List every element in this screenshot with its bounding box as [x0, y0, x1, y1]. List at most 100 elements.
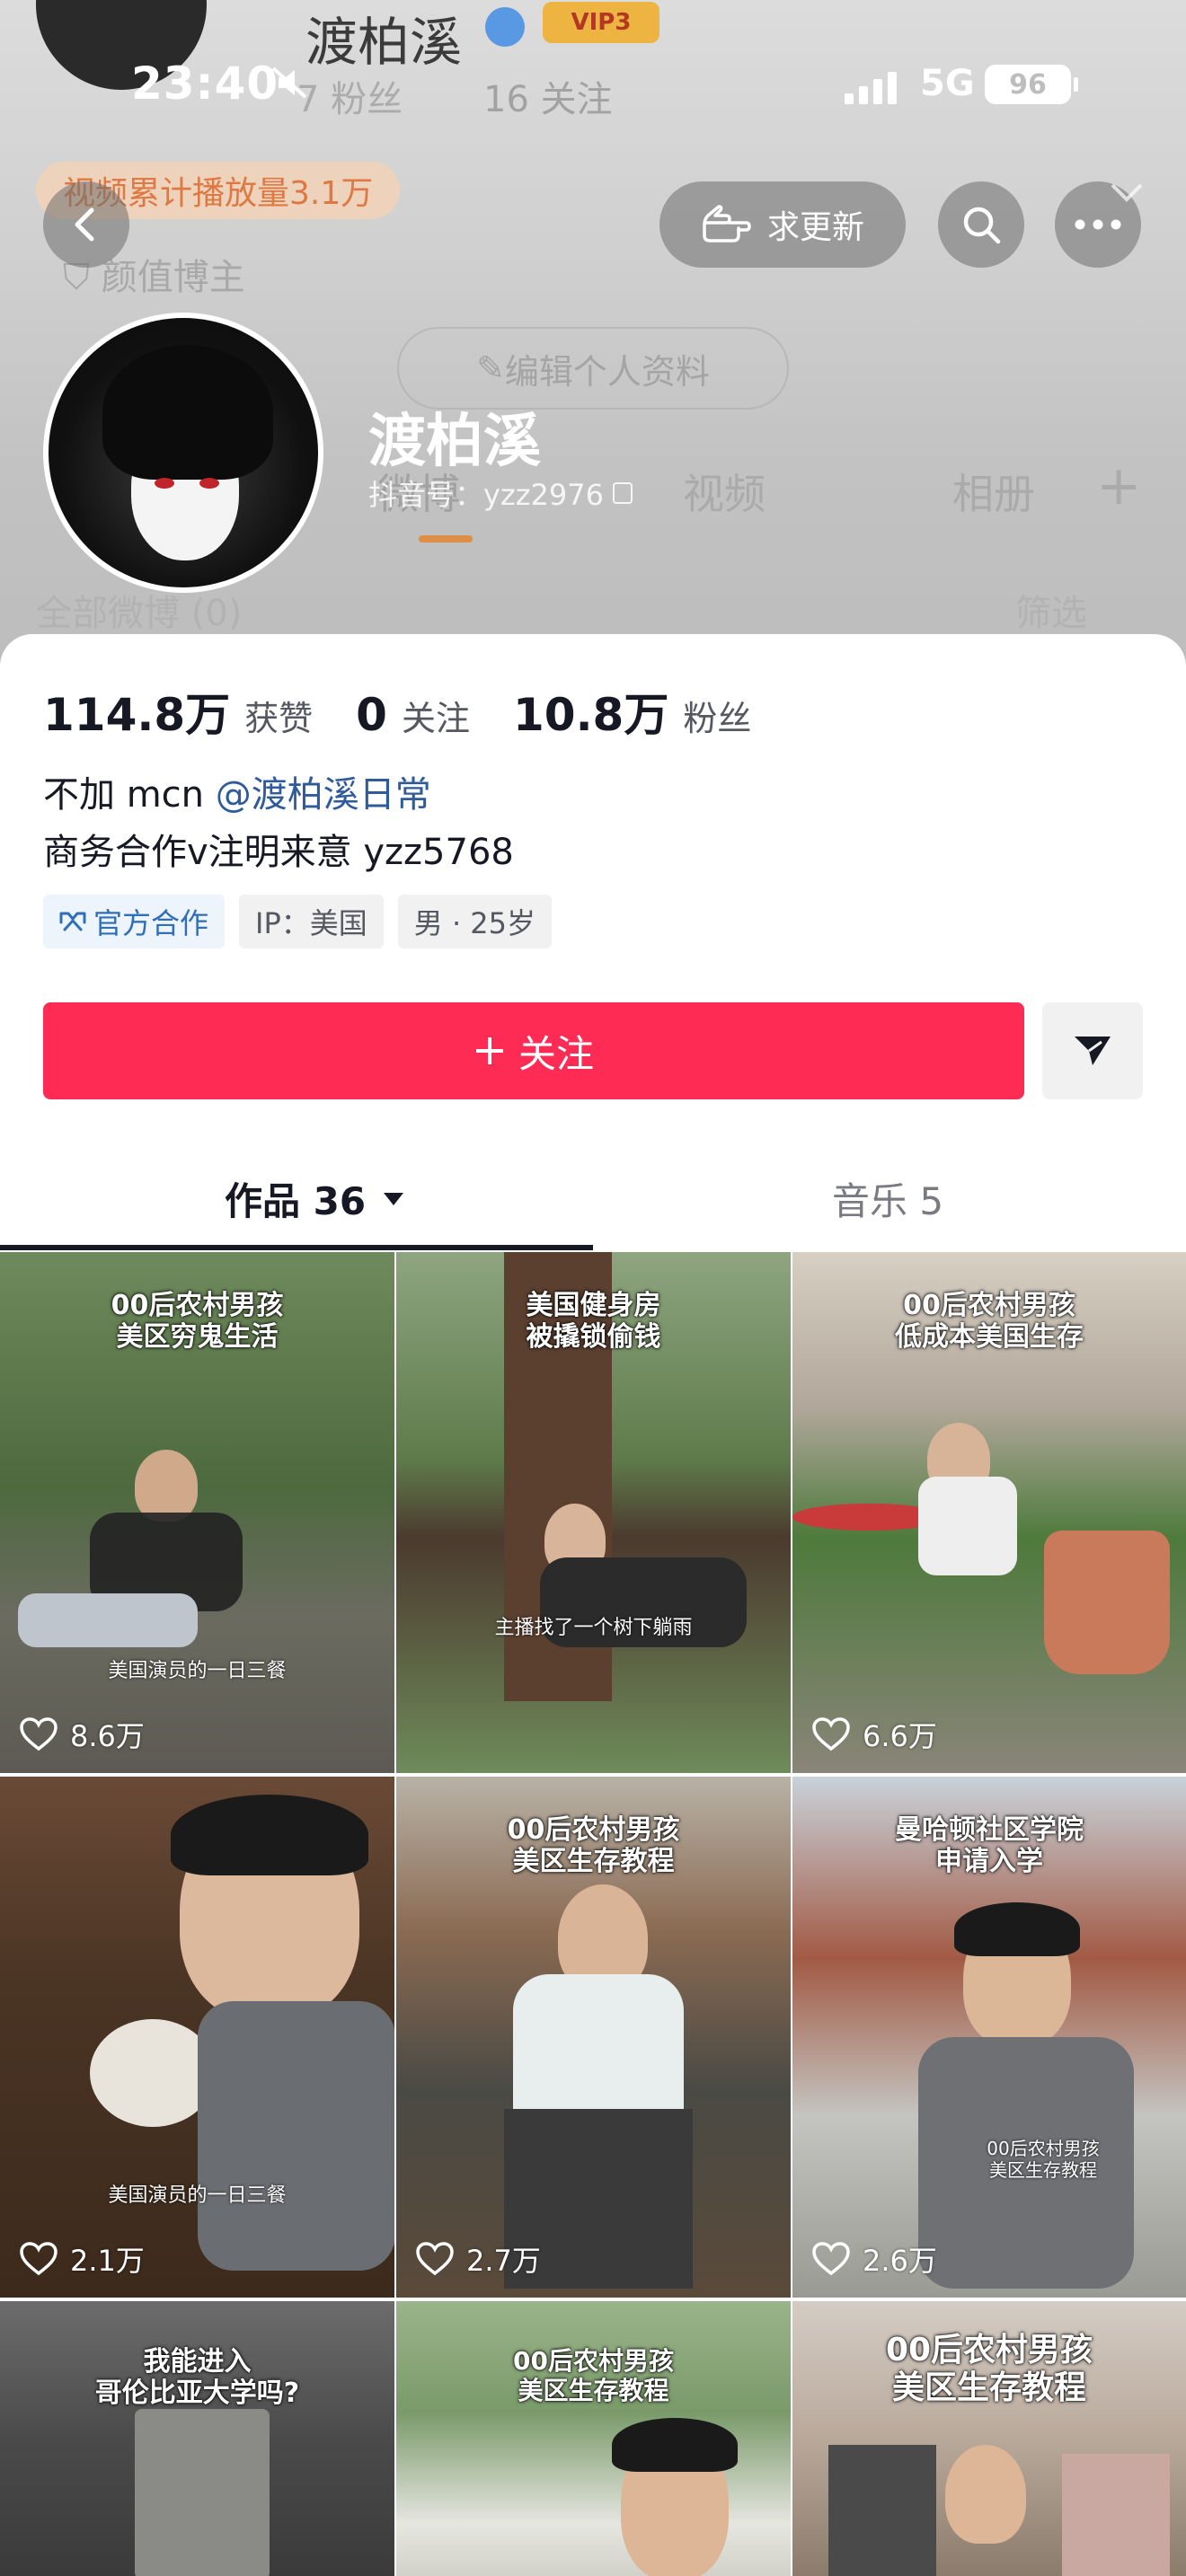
header-ghost-fans: 7 粉丝 [296, 79, 403, 120]
tag-ip-location: IP：美国 [239, 895, 384, 948]
profile-card: 114.8万 获赞 0 关注 10.8万 粉丝 不加 mcn @渡柏溪日常 商务… [0, 634, 1186, 2576]
plus-icon [475, 1037, 503, 1064]
stat-likes-label: 获赞 [244, 699, 314, 738]
chevron-left-icon [75, 207, 94, 242]
tag-gender-age: 男 · 25岁 [397, 895, 553, 948]
stat-following[interactable]: 0 关注 [356, 689, 470, 741]
tab-indicator [0, 1245, 593, 1250]
header-ghost-tab-album: 相册 [952, 470, 1035, 518]
video-grid: 00后农村男孩 美区穷鬼生活 美国演员的一日三餐 8.6万 美国健身房 被撬锁偷… [0, 1252, 1186, 2576]
video-title: 美国健身房 被撬锁偷钱 [526, 1290, 661, 1354]
search-icon [963, 207, 1001, 244]
tab-works[interactable]: 作品 36 [225, 1171, 405, 1226]
follow-label: 关注 [518, 1031, 594, 1076]
search-button[interactable] [938, 181, 1024, 268]
vip-badge: VIP3 [543, 2, 659, 43]
heart-icon [416, 2242, 454, 2276]
header-ghost-name: 渡柏溪 [305, 12, 463, 73]
request-update-button[interactable]: 求更新 [659, 181, 906, 268]
heart-icon [20, 1717, 58, 1751]
video-thumbnail[interactable]: 00后农村男孩 低成本美国生存 6.6万 [792, 1252, 1186, 1773]
video-subtitle: 00后农村男孩 美区生存教程 [987, 2138, 1100, 2181]
follow-button[interactable]: 关注 [43, 1002, 1024, 1099]
copy-icon[interactable] [612, 482, 633, 504]
chevron-down-icon [1111, 183, 1143, 202]
heart-icon [812, 2242, 850, 2276]
douyin-id[interactable]: 抖音号：yzz2976 [368, 472, 633, 514]
more-dots-icon [1075, 219, 1121, 230]
request-update-label: 求更新 [766, 209, 864, 246]
douyin-id-text: 抖音号：yzz2976 [368, 478, 604, 512]
video-title: 00后农村男孩 美区生存教程 [507, 1814, 680, 1878]
video-likes: 6.6万 [812, 1714, 937, 1755]
header-ghost-plus-icon: + [1096, 454, 1142, 517]
bio-line-2: 商务合作v注明来意 yzz5768 [43, 832, 514, 873]
profile-tags: 官方合作 IP：美国 男 · 25岁 [43, 895, 553, 948]
tag-official-partner[interactable]: 官方合作 [43, 895, 226, 948]
header-ghost-tag-label: 颜值博主 [101, 257, 245, 298]
video-likes: 2.7万 [416, 2238, 541, 2280]
heart-icon [20, 2242, 58, 2276]
header-ghost-filter: 筛选 [1015, 593, 1087, 634]
stat-likes[interactable]: 114.8万 获赞 [43, 679, 313, 744]
tab-works-label: 作品 36 [225, 1179, 367, 1223]
stat-followers[interactable]: 10.8万 粉丝 [513, 679, 751, 744]
video-thumbnail[interactable]: 我能进入 哥伦比亚大学吗? [0, 2301, 394, 2576]
battery-indicator: 96 [985, 65, 1078, 104]
back-button[interactable] [43, 181, 129, 268]
video-likes-count: 2.1万 [70, 2244, 145, 2278]
stat-followers-value: 10.8万 [512, 689, 669, 741]
video-title: 00后农村男孩 美区穷鬼生活 [111, 1290, 284, 1354]
header-ghost-tab-video: 视频 [683, 470, 766, 518]
send-icon [1075, 1037, 1111, 1065]
network-indicator: 5G [920, 63, 975, 104]
video-title: 我能进入 哥伦比亚大学吗? [94, 2346, 300, 2410]
video-thumbnail[interactable]: 00后农村男孩 美区生存教程 [396, 2301, 791, 2576]
share-button[interactable] [1042, 1002, 1143, 1099]
avatar-image [49, 318, 318, 587]
header-ghost-edit-label: 编辑个人资料 [504, 351, 710, 392]
video-subtitle: 主播找了一个树下躺雨 [494, 1617, 693, 1639]
video-title: 00后农村男孩 低成本美国生存 [895, 1290, 1084, 1354]
video-likes-count: 6.6万 [863, 1719, 937, 1753]
header-ghost-tab-indicator [419, 535, 473, 543]
video-subtitle: 美国演员的一日三餐 [108, 2184, 287, 2207]
video-likes: 2.6万 [812, 2238, 937, 2280]
bio-mention-link[interactable]: @渡柏溪日常 [216, 774, 431, 816]
profile-stats: 114.8万 获赞 0 关注 10.8万 粉丝 [43, 679, 794, 744]
avatar[interactable] [43, 313, 323, 593]
stat-followers-label: 粉丝 [683, 699, 752, 738]
video-likes: 2.1万 [20, 2238, 145, 2280]
video-title: 曼哈顿社区学院 申请入学 [895, 1814, 1084, 1878]
handshake-icon [59, 912, 86, 931]
bio-text: 不加 mcn [43, 774, 216, 816]
pencil-icon: ✎ [476, 348, 505, 388]
verified-icon [485, 7, 525, 47]
stat-following-label: 关注 [401, 699, 470, 738]
video-likes-count: 8.6万 [70, 1719, 145, 1753]
tab-music[interactable]: 音乐 5 [832, 1171, 943, 1226]
header-ghost-follow: 16 关注 [483, 79, 613, 120]
stat-following-value: 0 [356, 689, 387, 741]
video-thumbnail[interactable]: 00后农村男孩 美区生存教程 [792, 2301, 1186, 2576]
stat-likes-value: 114.8万 [43, 689, 231, 741]
profile-name: 渡柏溪 [368, 409, 541, 475]
video-subtitle: 美国演员的一日三餐 [108, 1660, 287, 1682]
video-thumbnail[interactable]: 曼哈顿社区学院 申请入学 00后农村男孩 美区生存教程 2.6万 [792, 1777, 1186, 2298]
header-ghost-all-weibo: 全部微博 (0) [36, 593, 243, 634]
video-likes-count: 2.7万 [466, 2244, 541, 2278]
status-time: 23:40 [131, 57, 279, 110]
video-likes: 8.6万 [20, 1714, 145, 1755]
video-likes-count: 2.6万 [863, 2244, 937, 2278]
video-thumbnail[interactable]: 美国演员的一日三餐 2.1万 [0, 1777, 394, 2298]
video-title: 00后农村男孩 美区生存教程 [513, 2346, 674, 2406]
video-thumbnail[interactable]: 00后农村男孩 美区穷鬼生活 美国演员的一日三餐 8.6万 [0, 1252, 394, 1773]
signal-icon [845, 72, 897, 104]
video-thumbnail[interactable]: 00后农村男孩 美区生存教程 2.7万 [396, 1777, 791, 2298]
video-thumbnail[interactable]: 美国健身房 被撬锁偷钱 主播找了一个树下躺雨 [396, 1252, 791, 1773]
pointing-hand-icon [703, 205, 751, 243]
video-title: 00后农村男孩 美区生存教程 [885, 2332, 1093, 2407]
heart-icon [812, 1717, 850, 1751]
bio-line-1: 不加 mcn @渡柏溪日常 [43, 765, 431, 817]
tag-official-label: 官方合作 [93, 906, 209, 940]
